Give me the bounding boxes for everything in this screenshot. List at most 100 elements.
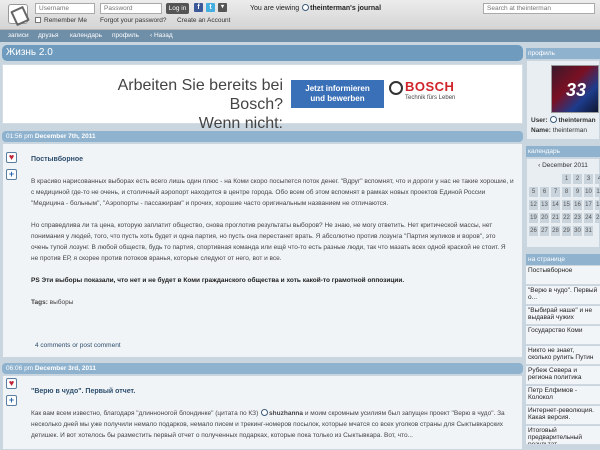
facebook-icon[interactable]: f bbox=[194, 3, 203, 12]
calendar-month-label: December 2011 bbox=[542, 162, 588, 169]
calendar-day[interactable]: 1 bbox=[562, 174, 571, 184]
plus-icon[interactable]: + bbox=[6, 395, 17, 406]
calendar-day[interactable]: 10 bbox=[584, 187, 593, 197]
journal-logo-icon[interactable] bbox=[8, 4, 28, 24]
sidebar-profile: 33 User: theinterman Name: theinterman bbox=[526, 60, 600, 140]
calendar-day[interactable]: 5 bbox=[529, 187, 538, 197]
ad-headline: Arbeiten Sie bereits bei Bosch? Wenn nic… bbox=[61, 76, 283, 133]
nav-entries[interactable]: записи bbox=[8, 31, 29, 41]
sidebar-recent-item[interactable]: Никто не знает, сколько рулить Путин bbox=[526, 346, 600, 365]
calendar-day[interactable]: 13 bbox=[540, 200, 549, 210]
calendar-day[interactable]: 3 bbox=[584, 174, 593, 184]
sidebar-recent-item[interactable]: Интернет-революция. Какая версия. bbox=[526, 406, 600, 425]
calendar-day[interactable]: 6 bbox=[540, 187, 549, 197]
user-link[interactable]: shuzhanna bbox=[269, 410, 303, 417]
login-button[interactable]: Log in bbox=[166, 3, 189, 14]
calendar-day[interactable]: 18 bbox=[595, 200, 600, 210]
calendar-day[interactable]: 20 bbox=[540, 213, 549, 223]
calendar-day[interactable]: 4 bbox=[595, 174, 600, 184]
comments-link[interactable]: 4 comments or post comment bbox=[35, 342, 121, 349]
sidebar-calendar: ‹ December 2011 123456789101112131415161… bbox=[526, 158, 600, 248]
menu-icon[interactable]: ▾ bbox=[218, 3, 227, 12]
heart-icon[interactable]: ♥ bbox=[6, 152, 17, 163]
entry-date-link[interactable]: December 3rd, 2011 bbox=[35, 365, 96, 372]
calendar-day[interactable]: 25 bbox=[595, 213, 600, 223]
forgot-password-link[interactable]: Forgot your password? bbox=[100, 17, 166, 24]
nav-calendar[interactable]: календарь bbox=[70, 31, 102, 41]
nav-profile[interactable]: профиль bbox=[112, 31, 139, 41]
remember-checkbox[interactable] bbox=[35, 17, 41, 23]
twitter-icon[interactable]: t bbox=[206, 3, 215, 12]
plus-icon[interactable]: + bbox=[6, 169, 17, 180]
calendar-day[interactable]: 8 bbox=[562, 187, 571, 197]
name-label: Name: bbox=[531, 127, 551, 134]
tag-link[interactable]: выборы bbox=[50, 299, 74, 306]
sidebar-recent-item[interactable]: "Верю в чудо". Первый о... bbox=[526, 286, 600, 305]
entry-title[interactable]: Постывборное bbox=[31, 154, 514, 165]
password-input[interactable] bbox=[100, 3, 162, 14]
ad-banner[interactable]: Arbeiten Sie bereits bei Bosch? Wenn nic… bbox=[2, 64, 523, 132]
calendar-day[interactable]: 9 bbox=[573, 187, 582, 197]
entry-paragraph: Но справедлива ли та цена, которую запла… bbox=[31, 222, 506, 262]
sidebar-recent-item[interactable]: Государство Коми bbox=[526, 326, 600, 345]
calendar-day[interactable]: 14 bbox=[551, 200, 560, 210]
calendar-day[interactable]: 26 bbox=[529, 226, 538, 236]
bosch-logo-icon bbox=[389, 81, 403, 95]
entry-content: Постывборное В красиво нарисованных выбо… bbox=[31, 154, 514, 319]
calendar-day[interactable]: 2 bbox=[573, 174, 582, 184]
calendar-day[interactable]: 19 bbox=[529, 213, 538, 223]
ad-cta-button[interactable]: Jetzt informieren und bewerben bbox=[291, 80, 384, 108]
calendar-empty-cell bbox=[551, 174, 560, 184]
calendar-day[interactable]: 17 bbox=[584, 200, 593, 210]
create-account-link[interactable]: Create an Account bbox=[177, 17, 230, 24]
entry-title[interactable]: "Верю в чудо". Первый отчет. bbox=[31, 386, 514, 397]
profile-name: Name: theinterman bbox=[531, 127, 587, 134]
user-label: User: bbox=[531, 117, 548, 124]
calendar-day[interactable]: 31 bbox=[584, 226, 593, 236]
entry-time: 01:56 pm bbox=[6, 133, 34, 140]
ad-cta-line-1: Jetzt informieren bbox=[305, 84, 370, 93]
nav-back[interactable]: ‹ Назад bbox=[150, 31, 173, 41]
calendar-day[interactable]: 15 bbox=[562, 200, 571, 210]
calendar-day[interactable]: 30 bbox=[573, 226, 582, 236]
journal-nav: записи друзья календарь профиль ‹ Назад bbox=[0, 30, 600, 42]
calendar-day[interactable]: 29 bbox=[562, 226, 571, 236]
search-input[interactable] bbox=[483, 3, 595, 14]
heart-icon[interactable]: ♥ bbox=[6, 378, 17, 389]
sidebar-recent-item[interactable]: Рубеж Севера и региона политика bbox=[526, 366, 600, 385]
calendar-day[interactable]: 11 bbox=[595, 187, 600, 197]
ad-cta-line-2: und bewerben bbox=[310, 94, 365, 103]
entry-time: 06:06 pm bbox=[6, 365, 34, 372]
calendar-day[interactable]: 16 bbox=[573, 200, 582, 210]
profile-user-link[interactable]: theinterman bbox=[558, 117, 595, 124]
remember-me[interactable]: Remember Me bbox=[35, 17, 87, 24]
calendar-day[interactable]: 27 bbox=[540, 226, 549, 236]
entry-text: Как вам всем известно, благодаря "длинно… bbox=[31, 410, 259, 417]
sidebar-recent-item[interactable]: Петр Елфимов - Колокол bbox=[526, 386, 600, 405]
calendar-empty-cell bbox=[529, 174, 538, 184]
calendar-day[interactable]: 24 bbox=[584, 213, 593, 223]
userpic[interactable]: 33 bbox=[551, 65, 599, 113]
entry-date-link[interactable]: December 7th, 2011 bbox=[35, 133, 96, 140]
entry-header: 06:06 pm December 3rd, 2011 bbox=[2, 363, 523, 374]
calendar-day[interactable]: 12 bbox=[529, 200, 538, 210]
username-input[interactable] bbox=[35, 3, 95, 14]
calendar-day[interactable]: 21 bbox=[551, 213, 560, 223]
profile-user: User: theinterman bbox=[531, 116, 596, 124]
tags-label: Tags: bbox=[31, 299, 48, 306]
nav-friends[interactable]: друзья bbox=[38, 31, 58, 41]
viewing-user-link[interactable]: theinterman's journal bbox=[310, 5, 381, 12]
entry-tools: ♥ + bbox=[6, 378, 21, 412]
user-icon[interactable] bbox=[550, 116, 558, 123]
sidebar-recent-item[interactable]: Итоговый предварительный результат bbox=[526, 426, 600, 445]
calendar-day[interactable]: 22 bbox=[562, 213, 571, 223]
sidebar-recent-item[interactable]: "Выбирай наше" и не выдавай чужих bbox=[526, 306, 600, 325]
user-icon[interactable] bbox=[302, 4, 310, 11]
sidebar-recent-item[interactable]: Постывборное bbox=[526, 266, 600, 285]
user-icon[interactable] bbox=[261, 409, 269, 416]
calendar-day[interactable]: 7 bbox=[551, 187, 560, 197]
calendar-day[interactable]: 23 bbox=[573, 213, 582, 223]
calendar-day[interactable]: 28 bbox=[551, 226, 560, 236]
viewing-prefix: You are viewing bbox=[250, 5, 300, 12]
sidebar-calendar-header: календарь bbox=[526, 146, 600, 157]
